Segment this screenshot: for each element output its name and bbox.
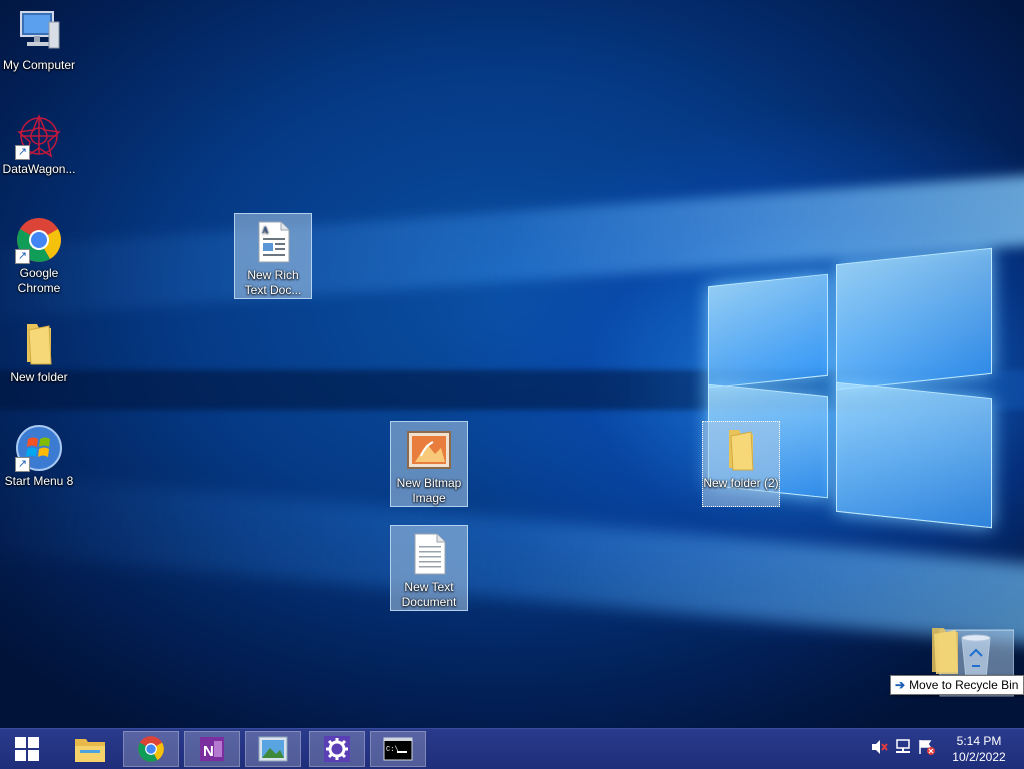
icon-label: Start Menu 8 bbox=[4, 474, 74, 488]
desktop-icon-new-folder-2[interactable]: New folder (2) bbox=[702, 421, 780, 507]
clock-date: 10/2/2022 bbox=[952, 750, 1006, 764]
icon-label: New Bitmap Image bbox=[396, 476, 462, 505]
desktop-icon-new-text-document[interactable]: New Text Document bbox=[390, 525, 468, 611]
windows-orb-icon: ↗ bbox=[15, 424, 63, 472]
chrome-icon bbox=[138, 736, 164, 762]
icon-label: My Computer bbox=[2, 58, 76, 72]
gear-icon bbox=[324, 736, 350, 762]
file-explorer-icon bbox=[75, 739, 105, 762]
drag-tooltip-text: Move to Recycle Bin bbox=[909, 678, 1019, 692]
system-tray bbox=[870, 729, 936, 769]
start-button[interactable] bbox=[0, 731, 54, 767]
icon-label: New Rich Text Doc... bbox=[244, 268, 302, 297]
icon-label: DataWagon... bbox=[2, 162, 76, 176]
icon-label: New folder (2) bbox=[703, 476, 779, 490]
desktop-icon-datawagon[interactable]: ↗ DataWagon... bbox=[1, 108, 77, 177]
recycle-bin-icon bbox=[961, 634, 991, 679]
clock[interactable]: 5:14 PM 10/2/2022 bbox=[944, 733, 1014, 765]
svg-text:A: A bbox=[262, 225, 269, 235]
taskbar: N C:\ 5:14 PM 10/2/2022 bbox=[0, 728, 1024, 769]
bitmap-image-icon bbox=[405, 426, 453, 474]
folder-icon bbox=[717, 426, 765, 474]
network-icon[interactable] bbox=[894, 738, 912, 760]
chrome-icon: ↗ bbox=[15, 216, 63, 264]
taskbar-settings[interactable] bbox=[309, 731, 365, 767]
desktop-icon-new-folder[interactable]: New folder bbox=[1, 316, 77, 385]
taskbar-photos[interactable] bbox=[245, 731, 301, 767]
clock-time: 5:14 PM bbox=[956, 734, 1002, 748]
desktop-icon-start-menu-8[interactable]: ↗ Start Menu 8 bbox=[1, 420, 77, 489]
desktop-icon-new-bitmap-image[interactable]: New Bitmap Image bbox=[390, 421, 468, 507]
rich-text-document-icon: A bbox=[249, 218, 297, 266]
computer-icon bbox=[15, 8, 63, 56]
photos-icon bbox=[258, 736, 288, 762]
taskbar-onenote[interactable]: N bbox=[184, 731, 240, 767]
desktop-wallpaper bbox=[0, 0, 1024, 728]
windows-start-icon bbox=[15, 737, 39, 761]
action-center-alert-icon[interactable] bbox=[918, 739, 936, 760]
onenote-icon: N bbox=[200, 737, 224, 761]
desktop-icon-new-rich-text-document[interactable]: A New Rich Text Doc... bbox=[234, 213, 312, 299]
command-prompt-icon: C:\ bbox=[383, 737, 413, 761]
volume-muted-icon[interactable] bbox=[870, 739, 888, 760]
arrow-right-icon: ➔ bbox=[895, 678, 906, 692]
icon-label: New Text Document bbox=[401, 580, 457, 609]
drag-tooltip: ➔ Move to Recycle Bin bbox=[890, 675, 1024, 695]
shortcut-arrow-icon: ↗ bbox=[15, 457, 30, 472]
folder-icon bbox=[15, 320, 63, 368]
desktop-icon-google-chrome[interactable]: ↗ Google Chrome bbox=[1, 212, 77, 296]
text-document-icon bbox=[405, 530, 453, 578]
icon-label: Google Chrome bbox=[17, 266, 61, 295]
icon-label: New folder bbox=[10, 370, 68, 384]
shortcut-arrow-icon: ↗ bbox=[15, 249, 30, 264]
svg-text:C:\: C:\ bbox=[386, 746, 399, 754]
svg-text:N: N bbox=[203, 743, 214, 760]
datawagon-icon: ↗ bbox=[15, 112, 63, 160]
desktop-icon-my-computer[interactable]: My Computer bbox=[1, 4, 77, 73]
taskbar-file-explorer[interactable] bbox=[62, 731, 118, 767]
taskbar-command-prompt[interactable]: C:\ bbox=[370, 731, 426, 767]
taskbar-google-chrome[interactable] bbox=[123, 731, 179, 767]
shortcut-arrow-icon: ↗ bbox=[15, 145, 30, 160]
